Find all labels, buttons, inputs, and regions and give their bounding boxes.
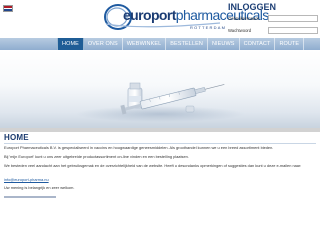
username-row: Gebruikersnaam [228,15,318,22]
feedback-paragraph: We besteden veel aandacht aan het gebrui… [4,163,302,168]
password-label: Wachtwoord [228,28,252,33]
username-input[interactable] [268,15,318,22]
password-input[interactable] [268,27,318,34]
main-nav: Home Over ons Webwinkel Bestellen Nieuws… [0,38,320,50]
login-panel: INLOGGEN Gebruikersnaam Wachtwoord [226,2,320,38]
intro-paragraph: Europort Pharmaceuticals B.V. is gespeci… [4,145,274,150]
site-header: europortpharmaceuticals ROTTERDAM INLOGG… [0,0,320,38]
email-link[interactable]: info@europort-pharma.nu [4,177,49,182]
password-row: Wachtwoord [228,27,318,34]
email-line: info@europort-pharma.nu [4,177,304,183]
nav-item-bestellen[interactable]: Bestellen [166,38,208,50]
nav-items: Home Over ons Webwinkel Bestellen Nieuws… [57,38,305,50]
mijn-europort-paragraph: Bij 'mijn Europort' kunt u ons zeer uitg… [4,154,189,159]
nav-item-webwinkel[interactable]: Webwinkel [123,38,167,50]
login-title: INLOGGEN [228,2,277,12]
syringe-vial-illustration-icon [75,82,245,122]
main-content: HOME Europort Pharmaceuticals B.V. is ge… [0,128,320,240]
logo-tagline: ROTTERDAM [190,25,227,30]
closing-paragraph: Uw mening is belangrijk en zeer welkom. [4,185,75,190]
europort-logo[interactable]: europortpharmaceuticals ROTTERDAM [102,2,269,36]
content-top-bar [0,128,320,132]
username-label: Gebruikersnaam [228,16,259,21]
nav-item-route[interactable]: Route [275,38,305,50]
nav-item-over-ons[interactable]: Over ons [84,38,123,50]
nav-item-home[interactable]: Home [57,38,84,50]
netherlands-flag-icon[interactable] [3,5,13,12]
nav-item-contact[interactable]: Contact [240,38,276,50]
hero-banner [0,50,320,128]
nav-item-nieuws[interactable]: Nieuws [208,38,240,50]
title-divider [4,143,316,144]
content-bottom-divider [4,196,56,198]
page-title: HOME [4,133,29,142]
logo-part1: europort [123,7,176,23]
